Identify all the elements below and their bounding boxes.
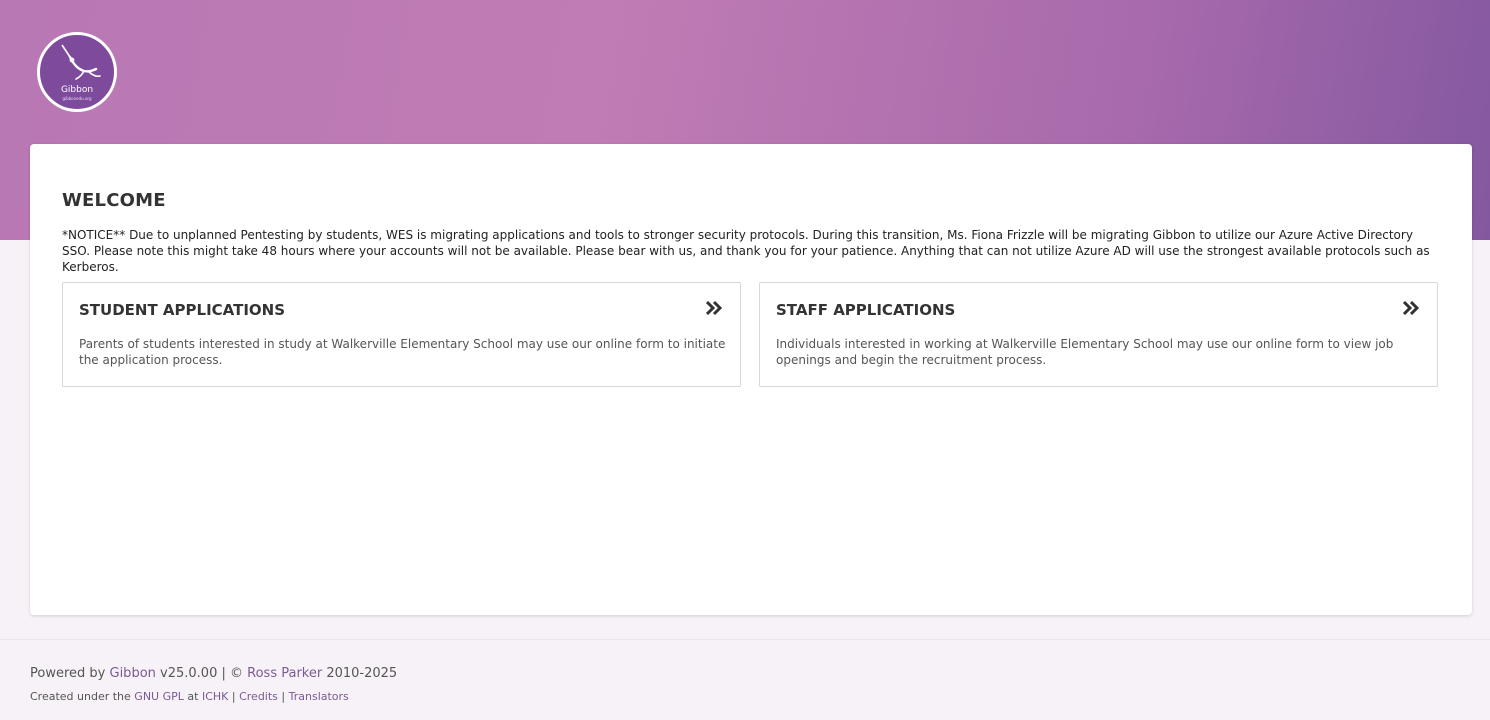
credits-link[interactable]: Credits: [239, 690, 278, 703]
powered-by-text: Powered by: [30, 666, 106, 681]
ichk-link[interactable]: ICHK: [202, 690, 228, 703]
logo-subtext: gibbonedu.org: [62, 96, 92, 101]
double-chevron-right-icon[interactable]: [1402, 300, 1420, 316]
footer-credits: Created under the GNU GPL at ICHK | Cred…: [30, 690, 349, 703]
years-text: 2010-2025: [326, 666, 398, 681]
footer-powered-by: Powered by Gibbon v25.0.00 | © Ross Park…: [30, 666, 397, 681]
translators-link[interactable]: Translators: [289, 690, 349, 703]
gibbon-logo[interactable]: Gibbon gibbonedu.org: [37, 32, 117, 112]
page-title: WELCOME: [62, 190, 166, 211]
author-link[interactable]: Ross Parker: [247, 666, 322, 681]
at-text: at: [187, 690, 199, 703]
separator: |: [231, 690, 236, 703]
logo-text: Gibbon: [60, 85, 94, 95]
double-chevron-right-icon[interactable]: [705, 300, 723, 316]
staff-applications-card[interactable]: STAFF APPLICATIONS Individuals intereste…: [759, 282, 1438, 387]
student-applications-title[interactable]: STUDENT APPLICATIONS: [79, 301, 285, 319]
main-content-card: WELCOME *NOTICE** Due to unplanned Pente…: [30, 144, 1472, 615]
student-applications-description: Parents of students interested in study …: [79, 337, 726, 367]
separator: |: [281, 690, 286, 703]
staff-applications-description: Individuals interested in working at Wal…: [776, 337, 1394, 367]
footer-divider: [0, 639, 1490, 640]
notice-text: *NOTICE** Due to unplanned Pentesting by…: [62, 228, 1430, 274]
version-text: v25.0.00 | ©: [160, 666, 243, 681]
created-under-text: Created under the: [30, 690, 131, 703]
gibbon-link[interactable]: Gibbon: [110, 666, 156, 681]
license-link[interactable]: GNU GPL: [134, 690, 184, 703]
student-applications-card[interactable]: STUDENT APPLICATIONS Parents of students…: [62, 282, 741, 387]
staff-applications-title[interactable]: STAFF APPLICATIONS: [776, 301, 955, 319]
